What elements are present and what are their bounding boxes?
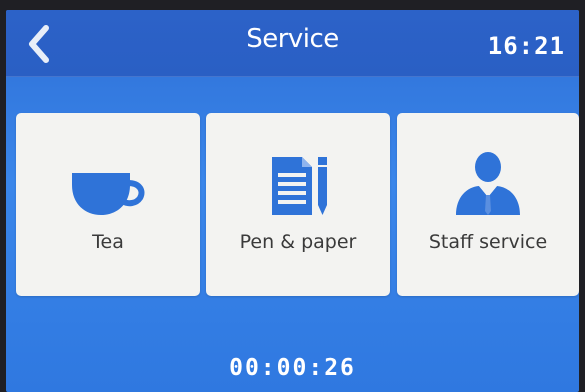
staff-person-icon [456,152,520,215]
service-tiles: Tea Pen & paper Staff service [16,113,579,298]
document-pen-icon [272,157,327,215]
teacup-icon [72,173,145,215]
staff-service-tile[interactable]: Staff service [397,113,579,296]
pen-paper-label: Pen & paper [239,231,357,253]
pen-paper-tile[interactable]: Pen & paper [206,113,390,296]
tea-tile[interactable]: Tea [16,113,200,296]
elapsed-timer: 00:00:26 [229,355,356,381]
tea-label: Tea [92,231,124,253]
header-bar: Service 16:21 [6,10,579,77]
service-screen: Service 16:21 Tea Pen & paper Staff serv… [6,10,579,392]
staff-service-label: Staff service [428,231,548,253]
clock: 16:21 [487,32,565,60]
